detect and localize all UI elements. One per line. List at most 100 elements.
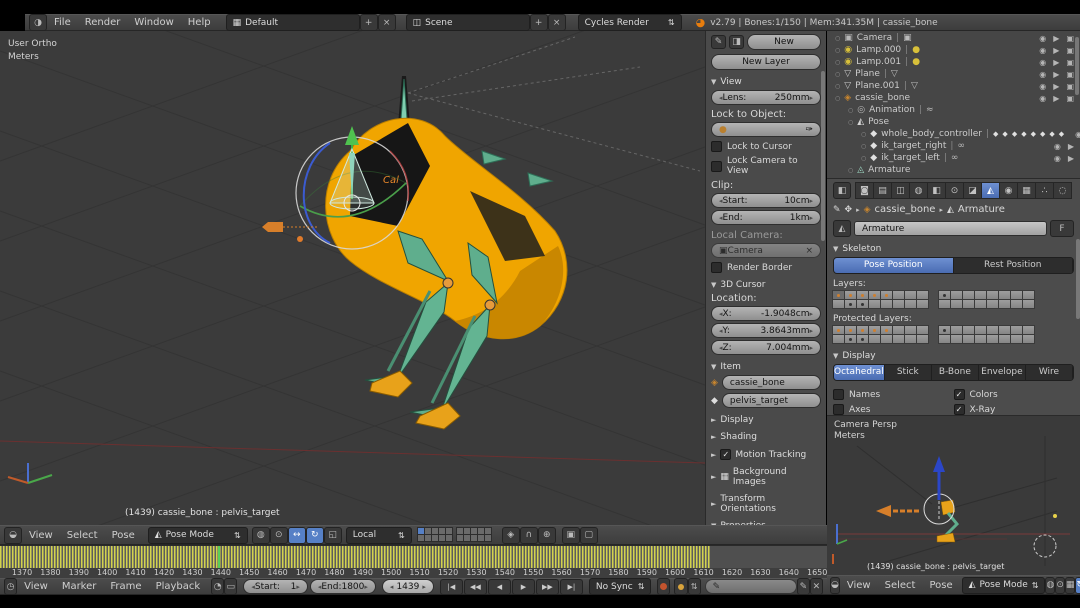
expand-toggle-icon[interactable]: ○ xyxy=(848,167,853,174)
menu-help[interactable]: Help xyxy=(181,17,218,28)
frame-end-field[interactable]: ◂End: 1800▸ xyxy=(310,579,376,594)
pivot-point-selector[interactable]: ⊙ xyxy=(270,527,288,544)
outliner-item-name[interactable]: Armature xyxy=(868,165,910,175)
menu-file[interactable]: File xyxy=(47,17,78,28)
outliner-item-name[interactable]: Pose xyxy=(868,117,889,127)
local-camera-field[interactable]: ▣ Camera × xyxy=(711,243,821,258)
panel-motion-tracking[interactable]: ►✓Motion Tracking xyxy=(711,449,821,460)
skeleton-panel-header[interactable]: ▼Skeleton xyxy=(833,244,1074,254)
panel-background-images[interactable]: ►▦Background Images xyxy=(711,467,821,487)
n-panel-scrollbar[interactable] xyxy=(821,71,825,241)
frame-start-field[interactable]: ◂Start: 1▸ xyxy=(243,579,307,594)
navigate-icon[interactable]: ✥ xyxy=(845,205,853,215)
panel-shading[interactable]: ►Shading xyxy=(711,432,821,442)
outliner-row[interactable]: ○◉Lamp.001|●◉▶▣ xyxy=(829,56,1078,68)
menu-select[interactable]: Select xyxy=(60,530,105,541)
cursor-z-field[interactable]: ◂Z: 7.004mm▸ xyxy=(711,340,821,355)
play-button[interactable]: ▶ xyxy=(512,579,535,595)
clear-icon[interactable]: × xyxy=(805,246,813,256)
outliner-row[interactable]: ○◉Lamp.000|●◉▶▣ xyxy=(829,44,1078,56)
expand-toggle-icon[interactable]: ○ xyxy=(861,143,866,150)
outliner-row[interactable]: ○▣Camera|▣◉▶▣ xyxy=(829,32,1078,44)
checkbox-box[interactable]: ✓ xyxy=(954,404,965,415)
viewport-layer-cell[interactable] xyxy=(445,534,453,542)
expand-toggle-icon[interactable]: ○ xyxy=(861,155,866,162)
checkbox-box[interactable]: ✓ xyxy=(954,389,965,400)
restrict-eye-icon[interactable]: ◉ xyxy=(1039,34,1046,43)
menu-playback[interactable]: Playback xyxy=(149,581,208,592)
restrict-pointer-icon[interactable]: ▶ xyxy=(1068,154,1074,163)
tab-modifiers[interactable]: ◪ xyxy=(963,182,982,199)
outliner-row[interactable]: ○▽Plane|▽◉▶▣ xyxy=(829,68,1078,80)
manipulator-scale-button[interactable]: ◱ xyxy=(324,527,342,544)
snap-element-selector[interactable]: ⊕ xyxy=(538,527,556,544)
menu-render[interactable]: Render xyxy=(78,17,128,28)
display-mode-wire[interactable]: Wire xyxy=(1026,365,1073,380)
active-keying-set-field[interactable]: ✎ xyxy=(705,579,797,594)
restrict-eye-icon[interactable]: ◉ xyxy=(1075,130,1080,139)
restrict-pointer-icon[interactable]: ▶ xyxy=(1053,70,1059,79)
restrict-eye-icon[interactable]: ◉ xyxy=(1054,142,1061,151)
editor-type-properties-icon[interactable]: ◧ xyxy=(833,182,851,199)
tab-render[interactable]: ◙ xyxy=(855,182,874,199)
jump-to-next-keyframe-button[interactable]: ▶▶ xyxy=(536,579,559,595)
render-opengl-button[interactable]: ▣ xyxy=(562,527,580,544)
outliner-item-name[interactable]: Lamp.000 xyxy=(856,45,901,55)
scene-selector[interactable]: ◫ Scene xyxy=(406,14,530,31)
jump-to-prev-keyframe-button[interactable]: ◀◀ xyxy=(464,579,487,595)
outliner-row[interactable]: ○◭Pose xyxy=(829,116,1078,128)
outliner-item-name[interactable]: Animation xyxy=(869,105,915,115)
render-engine-selector[interactable]: Cycles Render ⇅ xyxy=(578,14,682,31)
display-panel-header[interactable]: ▼Display xyxy=(833,351,1074,361)
expand-toggle-icon[interactable]: ○ xyxy=(835,71,840,78)
tab-physics[interactable]: ◌ xyxy=(1053,182,1072,199)
layer-cell[interactable] xyxy=(916,334,929,344)
record-button[interactable] xyxy=(657,578,670,595)
clip-end-field[interactable]: ◂End: 1km▸ xyxy=(711,210,821,225)
outliner-row[interactable]: ○◈cassie_bone◉▶▣ xyxy=(829,92,1078,104)
restrict-render-icon[interactable]: ▣ xyxy=(1066,70,1074,79)
restrict-eye-icon[interactable]: ◉ xyxy=(1054,154,1061,163)
viewport-shading-selector[interactable]: ◍ xyxy=(252,527,270,544)
restrict-eye-icon[interactable]: ◉ xyxy=(1039,94,1046,103)
display-mode-stick[interactable]: Stick xyxy=(885,365,932,380)
expand-toggle-icon[interactable]: ○ xyxy=(835,35,840,42)
play-reverse-button[interactable]: ◀ xyxy=(488,579,511,595)
checkbox-colors[interactable]: ✓Colors xyxy=(954,389,1075,400)
use-preview-range-icon[interactable]: ◔ xyxy=(211,578,224,595)
expand-toggle-icon[interactable]: ○ xyxy=(835,47,840,54)
auto-keying-button[interactable] xyxy=(674,578,687,595)
expand-toggle-icon[interactable]: ○ xyxy=(835,95,840,102)
editor-type-3d-icon-2[interactable]: ◒ xyxy=(830,577,840,594)
checkbox-box[interactable] xyxy=(833,389,844,400)
expand-toggle-icon[interactable]: ○ xyxy=(861,131,866,138)
outliner-row[interactable]: ○◆ik_target_left|∞◉▶ xyxy=(829,152,1078,164)
expand-toggle-icon[interactable]: ○ xyxy=(848,119,853,126)
grease-pencil-draw-icon[interactable]: ✎ xyxy=(711,35,726,49)
viewport-3d-camera[interactable]: Camera Persp Meters (1439) cassie_bone :… xyxy=(827,415,1080,576)
tab-render-layers[interactable]: ▤ xyxy=(873,182,892,199)
lock-to-scene-icon[interactable]: ◈ xyxy=(502,527,520,544)
menu-pose[interactable]: Pose xyxy=(922,580,959,591)
restrict-pointer-icon[interactable]: ▶ xyxy=(1053,58,1059,67)
add-layout-button[interactable]: + xyxy=(360,14,378,31)
lock-object-field[interactable]: ● ✑ xyxy=(711,122,821,137)
display-mode-octahedral[interactable]: Octahedral xyxy=(834,365,885,380)
layer-cell[interactable] xyxy=(1022,299,1035,309)
camera-manipulator-rotate-button[interactable]: ↻ xyxy=(1075,577,1080,594)
outliner-row[interactable]: ○◬Armature xyxy=(829,164,1078,176)
restrict-render-icon[interactable]: ▣ xyxy=(1066,94,1074,103)
jump-to-end-button[interactable]: ▶| xyxy=(560,579,583,595)
tab-scene[interactable]: ◫ xyxy=(891,182,910,199)
breadcrumb-object[interactable]: cassie_bone xyxy=(875,204,936,215)
tab-constraints[interactable]: ⊙ xyxy=(945,182,964,199)
manipulator-rotate-button[interactable]: ↻ xyxy=(306,527,324,544)
restrict-render-icon[interactable]: ▣ xyxy=(1066,58,1074,67)
timeline-ruler[interactable]: 1370138013901400141014201430144014501460… xyxy=(0,568,827,578)
outliner-row[interactable]: ○◎Animation|≈ xyxy=(829,104,1078,116)
menu-view[interactable]: View xyxy=(840,580,878,591)
delete-scene-button[interactable]: × xyxy=(548,14,566,31)
clip-start-field[interactable]: ◂Start: 10cm▸ xyxy=(711,193,821,208)
lock-to-cursor-row[interactable]: Lock to Cursor xyxy=(711,141,821,152)
expand-toggle-icon[interactable]: ○ xyxy=(848,107,853,114)
